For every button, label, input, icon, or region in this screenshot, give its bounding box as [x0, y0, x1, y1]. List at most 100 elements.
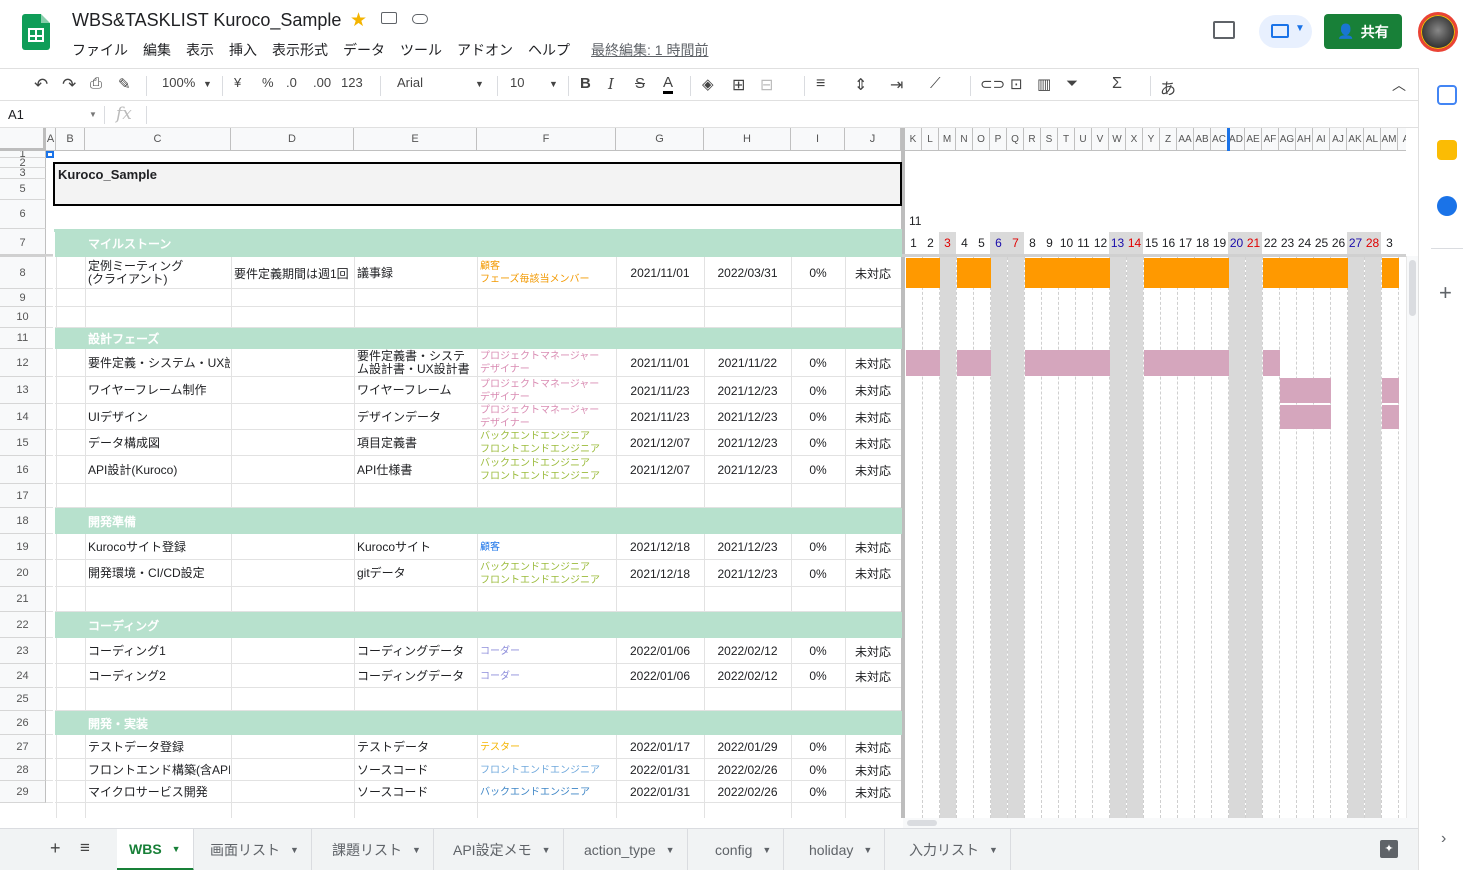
column-header[interactable]: AK — [1347, 128, 1364, 151]
task-owner[interactable]: バックエンドエンジニア フロントエンドエンジニア — [480, 560, 616, 587]
strikethrough-button[interactable]: S — [635, 75, 645, 92]
task-status[interactable]: 未対応 — [845, 664, 901, 688]
column-header[interactable]: O — [973, 128, 990, 151]
task-deliverable[interactable]: 項目定義書 — [357, 430, 477, 456]
task-status[interactable]: 未対応 — [845, 735, 901, 759]
task-end[interactable]: 2021/12/23 — [704, 377, 791, 404]
chevron-down-icon[interactable]: ▼ — [412, 845, 421, 855]
task-detail[interactable] — [234, 560, 354, 587]
sheet-tab[interactable]: 課題リスト ▼ — [320, 829, 434, 870]
task-owner[interactable]: フロントエンドエンジニア — [480, 759, 616, 781]
menu-item[interactable]: 表示形式 — [272, 40, 328, 60]
row-header[interactable]: 13 — [0, 377, 46, 404]
task-progress[interactable]: 0% — [791, 349, 845, 377]
task-item[interactable]: マイクロサービス開発 — [88, 781, 230, 803]
paint-format-icon[interactable]: ✎ — [118, 75, 131, 93]
task-deliverable[interactable]: API仕様書 — [357, 456, 477, 484]
task-item[interactable]: コーディング2 — [88, 664, 230, 688]
task-item[interactable]: データ構成図 — [88, 430, 230, 456]
row-header[interactable]: 12 — [0, 349, 46, 377]
row-header[interactable]: 14 — [0, 404, 46, 430]
chevron-down-icon[interactable]: ▼ — [290, 845, 299, 855]
row-header[interactable]: 5 — [0, 179, 46, 200]
task-deliverable[interactable]: コーディングデータ — [357, 664, 477, 688]
functions-button[interactable]: Σ — [1112, 75, 1122, 93]
task-start[interactable]: 2021/12/07 — [616, 430, 704, 456]
task-status[interactable]: 未対応 — [845, 534, 901, 560]
task-owner[interactable]: 顧客 — [480, 534, 616, 560]
column-header[interactable]: V — [1092, 128, 1109, 151]
task-deliverable[interactable]: ワイヤーフレーム — [357, 377, 477, 404]
column-header[interactable]: C — [85, 128, 231, 151]
print-icon[interactable]: ⎙ — [90, 75, 102, 92]
task-status[interactable]: 未対応 — [845, 377, 901, 404]
column-header[interactable]: R — [1024, 128, 1041, 151]
task-end[interactable]: 2021/12/23 — [704, 560, 791, 587]
task-item[interactable]: API設計(Kuroco) — [88, 456, 230, 484]
task-deliverable[interactable]: ソースコード — [357, 759, 477, 781]
row-header[interactable]: 15 — [0, 430, 46, 456]
comment-history-icon[interactable] — [1213, 21, 1235, 39]
row-header[interactable]: 27 — [0, 735, 46, 759]
chevron-down-icon[interactable]: ▼ — [989, 845, 998, 855]
column-header[interactable]: T — [1058, 128, 1075, 151]
column-header[interactable]: AI — [1313, 128, 1330, 151]
column-header[interactable]: M — [939, 128, 956, 151]
row-header[interactable]: 3 — [0, 168, 46, 179]
task-deliverable[interactable]: ソースコード — [357, 781, 477, 803]
task-detail[interactable] — [234, 456, 354, 484]
task-progress[interactable]: 0% — [791, 456, 845, 484]
text-wrap-icon[interactable]: ⇥ — [890, 75, 903, 95]
task-end[interactable]: 2022/02/12 — [704, 664, 791, 688]
last-edit-link[interactable]: 最終編集: 1 時間前 — [591, 40, 708, 60]
task-progress[interactable]: 0% — [791, 735, 845, 759]
menu-item[interactable]: 編集 — [143, 40, 171, 60]
task-start[interactable]: 2021/12/07 — [616, 456, 704, 484]
task-deliverable[interactable]: コーディングデータ — [357, 638, 477, 664]
task-progress[interactable]: 0% — [791, 377, 845, 404]
task-item[interactable]: テストデータ登録 — [88, 735, 230, 759]
undo-icon[interactable]: ↶ — [34, 75, 48, 95]
column-header[interactable]: Z — [1160, 128, 1177, 151]
font-family-select[interactable]: Arial — [397, 75, 423, 90]
task-item[interactable]: UIデザイン — [88, 404, 230, 430]
collapse-menu-icon[interactable]: ︿ — [1392, 75, 1406, 95]
column-header[interactable]: AF — [1262, 128, 1279, 151]
italic-button[interactable]: I — [608, 75, 614, 93]
borders-icon[interactable]: ⊞ — [732, 75, 745, 95]
row-header[interactable]: 21 — [0, 587, 46, 612]
chevron-down-icon[interactable]: ▼ — [89, 110, 97, 119]
task-detail[interactable] — [234, 759, 354, 781]
font-size-select[interactable]: 10 — [510, 75, 524, 90]
column-header[interactable]: AE — [1245, 128, 1262, 151]
task-progress[interactable]: 0% — [791, 534, 845, 560]
bold-button[interactable]: B — [580, 75, 591, 92]
horizontal-align-icon[interactable]: ≡ — [816, 75, 825, 93]
task-start[interactable]: 2021/12/18 — [616, 534, 704, 560]
task-end[interactable]: 2022/01/29 — [704, 735, 791, 759]
column-header[interactable]: S — [1041, 128, 1058, 151]
task-owner[interactable]: バックエンドエンジニア フロントエンドエンジニア — [480, 456, 616, 484]
task-owner[interactable]: バックエンドエンジニア — [480, 781, 616, 803]
chevron-down-icon[interactable]: ▼ — [172, 844, 181, 854]
menu-item[interactable]: ファイル — [72, 40, 128, 60]
task-status[interactable]: 未対応 — [845, 257, 901, 289]
corner-cell[interactable] — [0, 128, 46, 151]
sheet-grid[interactable]: A B C D E F G H I J K L M N O P Q R S T U V W X Y Z AA AB AC AD AE AF AG… — [0, 128, 1406, 818]
row-header[interactable]: 29 — [0, 781, 46, 803]
tasks-icon[interactable] — [1437, 196, 1457, 216]
task-deliverable[interactable]: gitデータ — [357, 560, 477, 587]
task-start[interactable]: 2021/11/01 — [616, 349, 704, 377]
task-detail[interactable] — [234, 781, 354, 803]
task-detail[interactable] — [234, 534, 354, 560]
number-format-select[interactable]: 123 — [341, 75, 363, 90]
input-tools-button[interactable]: あ — [1160, 75, 1176, 99]
decrease-decimal-button[interactable]: .0 — [286, 75, 297, 90]
column-header[interactable]: AD — [1228, 128, 1245, 151]
share-button[interactable]: 👤 共有 — [1324, 14, 1402, 49]
task-progress[interactable]: 0% — [791, 560, 845, 587]
task-detail[interactable] — [234, 638, 354, 664]
menu-item[interactable]: ツール — [400, 40, 442, 60]
column-header[interactable]: B — [56, 128, 85, 151]
column-header[interactable]: A — [1398, 128, 1406, 151]
